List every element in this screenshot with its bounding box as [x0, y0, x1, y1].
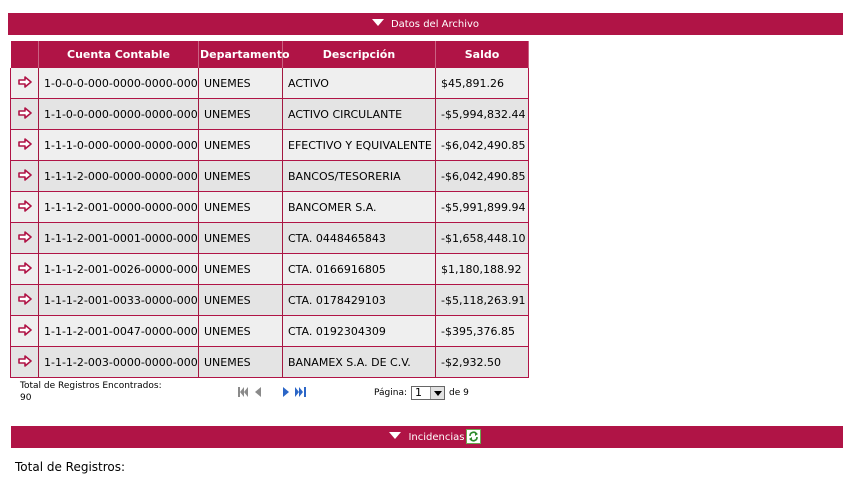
cell-saldo: -$5,118,263.91 [435, 284, 529, 316]
arrow-right-icon[interactable] [17, 199, 32, 212]
cell-departamento: UNEMES [198, 68, 283, 99]
cell-cuenta: 1-1-1-2-001-0000-0000-000 [38, 191, 199, 223]
cell-descripcion: BANCOMER S.A. [282, 191, 436, 223]
cell-cuenta: 1-1-1-2-001-0001-0000-000 [38, 222, 199, 254]
table-row[interactable]: 1-0-0-0-000-0000-0000-000 UNEMES ACTIVO $45… [10, 68, 529, 99]
pager [238, 386, 306, 398]
table-row[interactable]: 1-1-1-2-001-0026-0000-000 UNEMES CTA. 0166… [10, 253, 529, 285]
arrow-right-icon[interactable] [17, 230, 32, 243]
col-header-cuenta: Cuenta Contable [38, 41, 199, 68]
cell-saldo: -$6,042,490.85 [435, 160, 529, 192]
table-row[interactable]: 1-1-1-2-001-0001-0000-000 UNEMES CTA. 0448… [10, 222, 529, 254]
cell-departamento: UNEMES [198, 253, 283, 285]
cell-cuenta: 1-1-1-2-003-0000-0000-000 [38, 346, 199, 378]
arrow-right-icon[interactable] [17, 137, 32, 150]
table-row[interactable]: 1-1-1-0-000-0000-0000-000 UNEMES EFECTIVO … [10, 129, 529, 161]
row-action-cell[interactable] [10, 253, 39, 285]
cell-descripcion: BANAMEX S.A. DE C.V. [282, 346, 436, 378]
row-action-cell[interactable] [10, 191, 39, 223]
total-found-value: 90 [20, 393, 32, 403]
cell-descripcion: CTA. 0192304309 [282, 315, 436, 347]
cell-descripcion: EFECTIVO Y EQUIVALENTE [282, 129, 436, 161]
cell-descripcion: CTA. 0448465843 [282, 222, 436, 254]
refresh-icon[interactable] [466, 429, 481, 444]
cell-saldo: -$2,932.50 [435, 346, 529, 378]
table-row[interactable]: 1-1-1-2-003-0000-0000-000 UNEMES BANAMEX S… [10, 346, 529, 378]
incidencias-title: Incidencias [408, 431, 465, 443]
chevron-down-icon[interactable] [430, 387, 445, 399]
datos-archivo-header[interactable]: Datos del Archivo [8, 13, 843, 35]
row-action-cell[interactable] [10, 315, 39, 347]
cell-cuenta: 1-1-1-2-001-0026-0000-000 [38, 253, 199, 285]
row-action-cell[interactable] [10, 98, 39, 130]
next-page-icon[interactable] [282, 386, 290, 398]
row-action-cell[interactable] [10, 129, 39, 161]
arrow-right-icon[interactable] [17, 168, 32, 181]
table-row[interactable]: 1-1-1-2-001-0000-0000-000 UNEMES BANCOMER … [10, 191, 529, 223]
incidencias-header[interactable]: Incidencias [11, 426, 843, 448]
first-page-icon[interactable] [238, 386, 249, 398]
cell-descripcion: BANCOS/TESORERIA [282, 160, 436, 192]
cell-departamento: UNEMES [198, 98, 283, 130]
cell-descripcion: ACTIVO [282, 68, 436, 99]
datos-archivo-title: Datos del Archivo [390, 18, 480, 30]
col-header-saldo: Saldo [435, 41, 529, 68]
cell-descripcion: CTA. 0166916805 [282, 253, 436, 285]
cell-cuenta: 1-1-0-0-000-0000-0000-000 [38, 98, 199, 130]
cell-departamento: UNEMES [198, 346, 283, 378]
cell-saldo: $1,180,188.92 [435, 253, 529, 285]
row-action-cell[interactable] [10, 284, 39, 316]
cell-descripcion: CTA. 0178429103 [282, 284, 436, 316]
table-row[interactable]: 1-1-1-2-000-0000-0000-000 UNEMES BANCOS/TE… [10, 160, 529, 192]
cell-departamento: UNEMES [198, 315, 283, 347]
cell-saldo: -$5,991,899.94 [435, 191, 529, 223]
table-header-row: Cuenta Contable Departamento Descripción… [10, 41, 529, 68]
row-action-cell[interactable] [10, 160, 39, 192]
cell-cuenta: 1-1-1-0-000-0000-0000-000 [38, 129, 199, 161]
cell-departamento: UNEMES [198, 222, 283, 254]
page-total: de 9 [449, 388, 469, 398]
col-header-departamento: Departamento [198, 41, 290, 68]
table-row[interactable]: 1-1-1-2-001-0047-0000-000 UNEMES CTA. 0192… [10, 315, 529, 347]
cell-departamento: UNEMES [198, 284, 283, 316]
chevron-down-icon [389, 432, 402, 439]
cell-saldo: -$5,994,832.44 [435, 98, 529, 130]
page-select-value: 1 [415, 386, 423, 399]
cell-saldo: -$1,658,448.10 [435, 222, 529, 254]
page-selector: Página: 1 de 9 [374, 386, 469, 400]
arrow-right-icon[interactable] [17, 75, 32, 88]
cell-saldo: -$395,376.85 [435, 315, 529, 347]
arrow-right-icon[interactable] [17, 106, 32, 119]
cell-cuenta: 1-0-0-0-000-0000-0000-000 [38, 68, 199, 99]
cell-cuenta: 1-1-1-2-001-0047-0000-000 [38, 315, 199, 347]
row-action-cell[interactable] [10, 222, 39, 254]
page-label: Página: [374, 388, 408, 398]
cell-cuenta: 1-1-1-2-000-0000-0000-000 [38, 160, 199, 192]
cell-departamento: UNEMES [198, 129, 283, 161]
col-header-icon [10, 41, 39, 68]
total-found-label: Total de Registros Encontrados: [20, 381, 162, 391]
col-header-descripcion: Descripción [282, 41, 436, 68]
arrow-right-icon[interactable] [17, 261, 32, 274]
total-found: Total de Registros Encontrados: 90 [20, 380, 162, 404]
row-action-cell[interactable] [10, 346, 39, 378]
cell-departamento: UNEMES [198, 160, 283, 192]
arrow-right-icon[interactable] [17, 292, 32, 305]
cell-departamento: UNEMES [198, 191, 283, 223]
arrow-right-icon[interactable] [17, 354, 32, 367]
cell-cuenta: 1-1-1-2-001-0033-0000-000 [38, 284, 199, 316]
page-select[interactable]: 1 [411, 386, 446, 400]
row-action-cell[interactable] [10, 68, 39, 99]
accounts-table: Cuenta Contable Departamento Descripción… [10, 41, 529, 378]
last-page-icon[interactable] [295, 386, 306, 398]
table-row[interactable]: 1-1-1-2-001-0033-0000-000 UNEMES CTA. 0178… [10, 284, 529, 316]
cell-saldo: $45,891.26 [435, 68, 529, 99]
cell-saldo: -$6,042,490.85 [435, 129, 529, 161]
cell-descripcion: ACTIVO CIRCULANTE [282, 98, 436, 130]
total-records-label: Total de Registros: [15, 460, 126, 474]
arrow-right-icon[interactable] [17, 323, 32, 336]
chevron-down-icon [371, 19, 384, 26]
prev-page-icon[interactable] [254, 386, 262, 398]
table-row[interactable]: 1-1-0-0-000-0000-0000-000 UNEMES ACTIVO CI… [10, 98, 529, 130]
